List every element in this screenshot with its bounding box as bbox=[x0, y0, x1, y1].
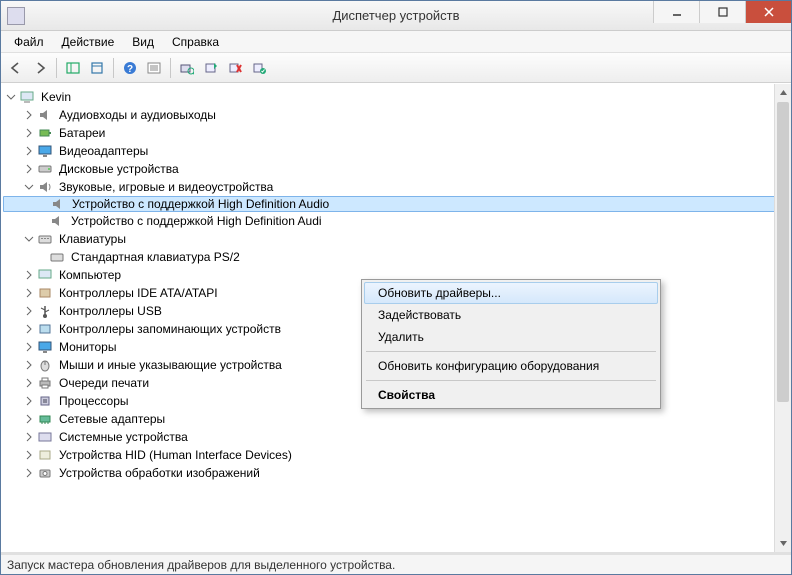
expand-icon[interactable] bbox=[23, 413, 35, 425]
update-driver-button[interactable] bbox=[200, 57, 222, 79]
collapse-icon[interactable] bbox=[5, 91, 17, 103]
window-buttons bbox=[653, 1, 791, 23]
display-adapter-icon bbox=[37, 143, 53, 159]
expand-icon[interactable] bbox=[23, 269, 35, 281]
forward-button[interactable] bbox=[29, 57, 51, 79]
sound-device-icon bbox=[50, 196, 66, 212]
tree-category[interactable]: Устройства HID (Human Interface Devices) bbox=[3, 446, 789, 464]
tree-root[interactable]: Kevin bbox=[3, 88, 789, 106]
toolbar-separator bbox=[170, 58, 171, 78]
ctx-scan-hardware[interactable]: Обновить конфигурацию оборудования bbox=[364, 355, 658, 377]
printer-icon bbox=[37, 375, 53, 391]
expand-icon[interactable] bbox=[23, 145, 35, 157]
tree-category[interactable]: Батареи bbox=[3, 124, 789, 142]
tree-category[interactable]: Видеоадаптеры bbox=[3, 142, 789, 160]
maximize-button[interactable] bbox=[699, 1, 745, 23]
tree-category[interactable]: Устройства обработки изображений bbox=[3, 464, 789, 482]
system-device-icon bbox=[37, 429, 53, 445]
menu-bar: Файл Действие Вид Справка bbox=[1, 31, 791, 53]
mouse-icon bbox=[37, 357, 53, 373]
menu-view[interactable]: Вид bbox=[123, 33, 163, 51]
status-text: Запуск мастера обновления драйверов для … bbox=[7, 558, 395, 572]
tree-category[interactable]: Сетевые адаптеры bbox=[3, 410, 789, 428]
scroll-up-button[interactable] bbox=[775, 84, 791, 101]
vertical-scrollbar[interactable] bbox=[774, 84, 791, 552]
menu-file[interactable]: Файл bbox=[5, 33, 53, 51]
device-manager-window: Диспетчер устройств Файл Действие Вид Сп… bbox=[0, 0, 792, 575]
help-button[interactable]: ? bbox=[119, 57, 141, 79]
network-icon bbox=[37, 411, 53, 427]
audio-io-icon bbox=[37, 107, 53, 123]
keyboard-icon bbox=[49, 249, 65, 265]
computer-icon bbox=[37, 267, 53, 283]
expand-icon[interactable] bbox=[23, 431, 35, 443]
scroll-thumb[interactable] bbox=[777, 102, 789, 402]
tree-category[interactable]: Звуковые, игровые и видеоустройства bbox=[3, 178, 789, 196]
details-button[interactable] bbox=[143, 57, 165, 79]
expand-icon[interactable] bbox=[23, 359, 35, 371]
show-hide-tree-button[interactable] bbox=[62, 57, 84, 79]
scan-hardware-button[interactable] bbox=[176, 57, 198, 79]
back-button[interactable] bbox=[5, 57, 27, 79]
ctx-enable[interactable]: Задействовать bbox=[364, 304, 658, 326]
tree-device[interactable]: Устройство с поддержкой High Definition … bbox=[3, 212, 789, 230]
context-menu: Обновить драйверы... Задействовать Удали… bbox=[361, 279, 661, 409]
monitor-icon bbox=[37, 339, 53, 355]
toolbar-separator bbox=[56, 58, 57, 78]
collapse-icon[interactable] bbox=[23, 233, 35, 245]
battery-icon bbox=[37, 125, 53, 141]
expand-icon[interactable] bbox=[23, 395, 35, 407]
keyboard-icon bbox=[37, 231, 53, 247]
expand-icon[interactable] bbox=[23, 467, 35, 479]
tree-category[interactable]: Дисковые устройства bbox=[3, 160, 789, 178]
scroll-down-button[interactable] bbox=[775, 535, 791, 552]
menu-help[interactable]: Справка bbox=[163, 33, 228, 51]
ctx-update-drivers[interactable]: Обновить драйверы... bbox=[364, 282, 658, 304]
ctx-separator bbox=[366, 351, 656, 352]
content-area: Kevin Аудиовходы и аудиовыходы Батареи В… bbox=[1, 83, 791, 552]
expand-icon[interactable] bbox=[23, 323, 35, 335]
tree-device-selected[interactable]: Устройство с поддержкой High Definition … bbox=[3, 196, 789, 212]
tree-device[interactable]: Стандартная клавиатура PS/2 bbox=[3, 248, 789, 266]
toolbar-separator bbox=[113, 58, 114, 78]
disk-icon bbox=[37, 161, 53, 177]
tree-category[interactable]: Клавиатуры bbox=[3, 230, 789, 248]
sound-icon bbox=[37, 179, 53, 195]
storage-controller-icon bbox=[37, 321, 53, 337]
ctx-delete[interactable]: Удалить bbox=[364, 326, 658, 348]
sound-device-icon bbox=[49, 213, 65, 229]
expand-icon[interactable] bbox=[23, 163, 35, 175]
enable-button[interactable] bbox=[248, 57, 270, 79]
toolbar: ? bbox=[1, 53, 791, 83]
expand-icon[interactable] bbox=[23, 341, 35, 353]
tree-category[interactable]: Системные устройства bbox=[3, 428, 789, 446]
close-button[interactable] bbox=[745, 1, 791, 23]
collapse-icon[interactable] bbox=[23, 181, 35, 193]
cpu-icon bbox=[37, 393, 53, 409]
expand-icon[interactable] bbox=[23, 287, 35, 299]
menu-action[interactable]: Действие bbox=[53, 33, 124, 51]
expand-icon[interactable] bbox=[23, 377, 35, 389]
title-bar: Диспетчер устройств bbox=[1, 1, 791, 31]
svg-text:?: ? bbox=[127, 64, 133, 75]
uninstall-button[interactable] bbox=[224, 57, 246, 79]
expand-icon[interactable] bbox=[23, 109, 35, 121]
expand-icon[interactable] bbox=[23, 127, 35, 139]
status-bar: Запуск мастера обновления драйверов для … bbox=[1, 552, 791, 574]
computer-icon bbox=[19, 89, 35, 105]
ide-controller-icon bbox=[37, 285, 53, 301]
hid-icon bbox=[37, 447, 53, 463]
expand-icon[interactable] bbox=[23, 305, 35, 317]
properties-button[interactable] bbox=[86, 57, 108, 79]
ctx-properties[interactable]: Свойства bbox=[364, 384, 658, 406]
tree-category[interactable]: Аудиовходы и аудиовыходы bbox=[3, 106, 789, 124]
ctx-separator bbox=[366, 380, 656, 381]
expand-icon[interactable] bbox=[23, 449, 35, 461]
minimize-button[interactable] bbox=[653, 1, 699, 23]
imaging-icon bbox=[37, 465, 53, 481]
usb-icon bbox=[37, 303, 53, 319]
